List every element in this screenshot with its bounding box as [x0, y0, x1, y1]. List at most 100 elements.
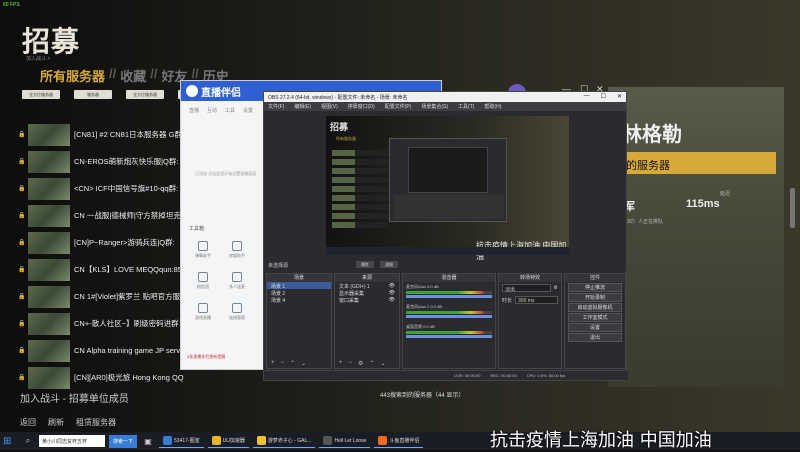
tool-item[interactable]: 多人连麦 [225, 272, 249, 290]
tab-separator: // [109, 66, 116, 85]
transition-select[interactable]: 淡出 [502, 284, 551, 292]
tool-item[interactable]: 粉丝团 [191, 272, 215, 290]
nav-item[interactable]: 直播 [189, 107, 199, 114]
gear-icon[interactable]: ⚙ [554, 285, 558, 291]
properties-button[interactable]: 属性 [356, 261, 374, 268]
tool-item[interactable]: 连接管理 [225, 303, 249, 321]
taskbar-search-input[interactable]: 黄小川同志贫杯五杯 [39, 435, 105, 447]
rent-server-button[interactable]: 租赁服务器 [76, 417, 116, 428]
back-button[interactable]: 返回 [20, 417, 36, 428]
studio-mode-button[interactable]: 工作室模式 [568, 313, 622, 322]
menu-profile[interactable]: 配置文件(P) [385, 103, 412, 110]
server-row[interactable]: 🔒[CN]P~Ranger>游骑兵连|Q群: [18, 229, 188, 256]
volume-meter [406, 291, 492, 294]
duration-input[interactable]: 300 ms [515, 296, 558, 304]
server-count: 443搜索到的服务器（44 显示） [380, 390, 464, 399]
add-icon[interactable]: + [271, 360, 275, 368]
update-notice[interactable]: 5条直播伴侣更新提醒 [187, 354, 225, 360]
tool-item[interactable]: 房管助手 [225, 241, 249, 259]
add-icon[interactable]: + [339, 360, 343, 368]
menu-tools[interactable]: 工具(T) [458, 103, 474, 110]
down-icon[interactable]: ⌄ [301, 360, 306, 368]
server-row[interactable]: 🔒<CN> ICF中国信号旗#10-qq群: [18, 175, 188, 202]
remove-icon[interactable]: − [349, 360, 353, 368]
no-source-selected: 未选择源 [268, 262, 288, 269]
virtual-camera-button[interactable]: 启动虚拟摄像机 [568, 303, 622, 312]
eye-icon[interactable]: 👁 [389, 290, 395, 295]
source-item[interactable]: 文本 (GDI+) 1👁 [335, 282, 399, 289]
server-row[interactable]: 🔒CN Alpha training game JP server Q [18, 337, 188, 364]
filter-button[interactable]: 全方位服务器 [22, 90, 60, 99]
app-logo-icon [186, 85, 198, 97]
minimize-icon[interactable]: — [584, 93, 590, 100]
tool-item[interactable]: 游戏直播 [191, 303, 215, 321]
scene-item[interactable]: 场景 1 [267, 282, 331, 289]
menu-help[interactable]: 帮助(H) [484, 103, 501, 110]
stop-streaming-button[interactable]: 停止推流 [568, 283, 622, 292]
tab-all-servers[interactable]: 所有服务器 [40, 66, 105, 85]
footer-bar: 返回 刷新 租赁服务器 [20, 417, 116, 428]
eye-icon[interactable]: 👁 [389, 283, 395, 288]
start-recording-button[interactable]: 开始录制 [568, 293, 622, 302]
close-icon[interactable]: ✕ [617, 93, 622, 100]
menu-docks[interactable]: 停靠窗口(D) [348, 103, 375, 110]
taskbar-app[interactable]: 53417-图室 [159, 434, 204, 448]
server-row[interactable]: 🔒CN 一战服|德械师|守方禁掉坦克 [18, 202, 188, 229]
maximize-icon[interactable]: ☐ [601, 93, 606, 100]
menu-view[interactable]: 视图(V) [321, 103, 338, 110]
map-thumbnail [28, 178, 70, 200]
exit-button[interactable]: 退出 [568, 333, 622, 342]
server-row[interactable]: 🔒CN【KLS】LOVE MEQQqun:850892 [18, 256, 188, 283]
track-db: 0.0 dB [427, 284, 439, 289]
taskbar-app[interactable]: UU加速器 [208, 434, 249, 448]
app-icon[interactable]: ▣ [141, 435, 155, 448]
eye-icon[interactable]: 👁 [389, 297, 395, 302]
filters-button[interactable]: 滤镜 [380, 261, 398, 268]
server-row[interactable]: 🔒CN 1#[Violet]紫罗兰 贴吧官方服 [18, 283, 188, 310]
scene-item[interactable]: 场景 2 [267, 289, 331, 296]
up-icon[interactable]: ⌃ [369, 360, 374, 368]
taskbar-search-button[interactable]: 搜索一下 [109, 435, 137, 448]
search-icon[interactable]: ⌕ [21, 435, 35, 448]
taskbar-app[interactable]: 斗鱼直播伴侣 [374, 434, 423, 448]
menu-edit[interactable]: 编辑(E) [294, 103, 311, 110]
windows-start-icon[interactable]: ⊞ [3, 436, 17, 447]
refresh-button[interactable]: 刷新 [48, 417, 64, 428]
settings-button[interactable]: 设置 [568, 323, 622, 332]
volume-slider[interactable] [406, 295, 492, 298]
source-item[interactable]: 显示器采集👁 [335, 289, 399, 296]
down-icon[interactable]: ⌄ [380, 360, 385, 368]
track-db: 0.0 dB [423, 324, 435, 329]
tab-favorites[interactable]: 收藏 [120, 66, 146, 85]
app-icon [212, 436, 221, 445]
scene-item[interactable]: 场景 4 [267, 296, 331, 303]
tool-icon [232, 303, 242, 313]
volume-slider[interactable] [406, 335, 492, 338]
server-row[interactable]: 🔒CN-EROS萌新炮灰快乐服|Q群: [18, 148, 188, 175]
taskbar-app[interactable]: 游梦赤子心 - GAL... [253, 434, 316, 448]
nav-item[interactable]: 工具 [225, 107, 235, 114]
map-thumbnail [28, 367, 70, 389]
filter-button[interactable]: 服务器 [74, 90, 112, 99]
scrollbar[interactable] [790, 188, 795, 228]
volume-slider[interactable] [406, 315, 492, 318]
menu-file[interactable]: 文件(F) [268, 103, 284, 110]
remove-icon[interactable]: − [281, 360, 285, 368]
server-row[interactable]: 🔒[CN][AR0]极光旅 Hong Kong QQ:703608483 War… [18, 364, 188, 391]
taskbar-app[interactable]: Hell Let Loose [319, 434, 370, 448]
menu-scene-collection[interactable]: 场景集合(S) [421, 103, 448, 110]
ping-label: 延迟 [720, 190, 730, 197]
track-name: 麦克风/Aux [406, 284, 426, 289]
server-row[interactable]: 🔒[CN81] #2 CN81日本服务器 G群: [18, 121, 188, 148]
up-icon[interactable]: ⌃ [290, 360, 295, 368]
tool-item[interactable]: 弹幕助手 [191, 241, 215, 259]
nav-item[interactable]: 互动 [207, 107, 217, 114]
source-item[interactable]: 窗口采集👁 [335, 296, 399, 303]
obs-preview[interactable]: 招募 所有服务器 抗击疫情上海加油 中国加油 [326, 116, 569, 255]
gear-icon[interactable]: ⚙ [358, 360, 363, 368]
filter-button[interactable]: 全方位服务器 [126, 90, 164, 99]
map-thumbnail [28, 151, 70, 173]
obs-menubar: 文件(F) 编辑(E) 视图(V) 停靠窗口(D) 配置文件(P) 场景集合(S… [264, 102, 626, 111]
server-row[interactable]: 🔒CN+-散人社区~】刷级密码进群 [18, 310, 188, 337]
nav-item[interactable]: 设置 [243, 107, 253, 114]
